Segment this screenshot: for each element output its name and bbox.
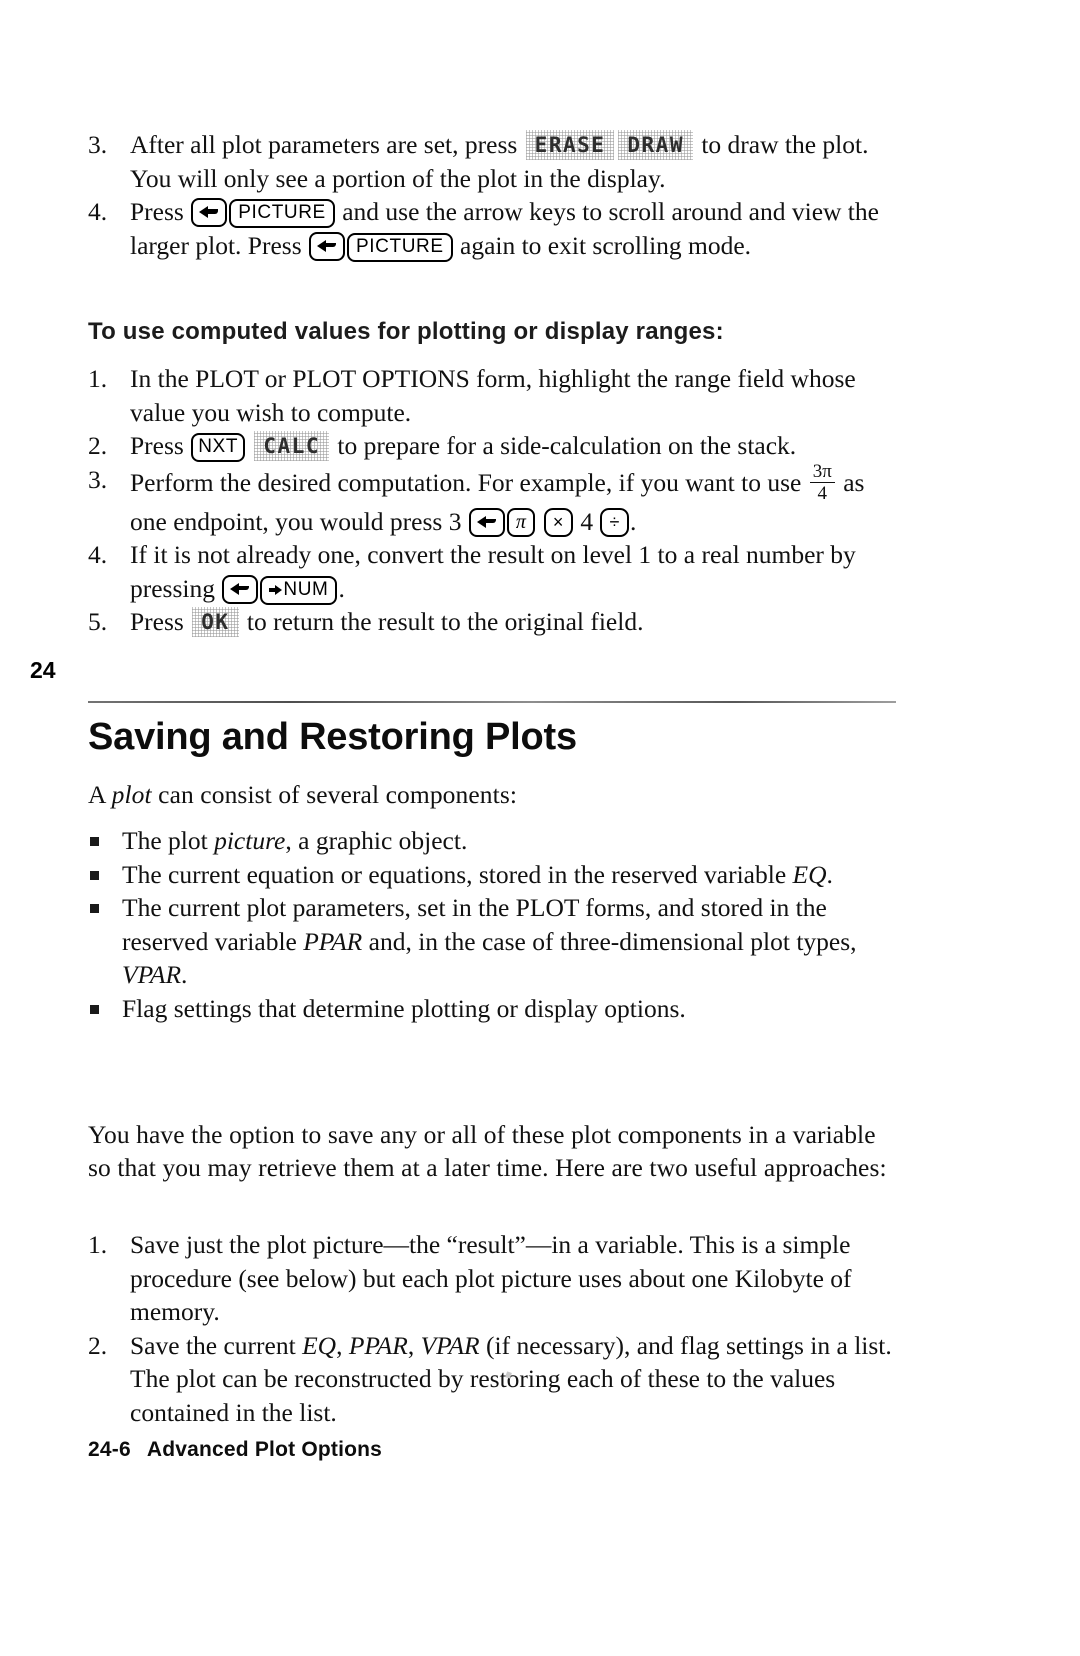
manual-page: 3. After all plot parameters are set, pre… xyxy=(0,0,1080,1656)
step-number: 3. xyxy=(88,130,108,159)
divide-key[interactable]: ÷ xyxy=(600,507,629,537)
list-item: Flag settings that determine plotting or… xyxy=(88,992,894,1026)
fraction-numerator: 3π xyxy=(812,460,832,482)
bullet-text-mid: and, in the case of three-dimensional pl… xyxy=(362,926,857,956)
step-item: 3. After all plot parameters are set, pre… xyxy=(88,128,894,195)
step-item: 5. Press OK to return the result to the o… xyxy=(88,605,894,639)
step-number: 2. xyxy=(88,1330,108,1360)
footer-page-number: 24-6 xyxy=(88,1438,131,1461)
multiply-key[interactable]: × xyxy=(543,507,573,537)
bullet-italic: PPAR xyxy=(303,926,363,956)
step-text-part3: . xyxy=(629,506,637,536)
var-ppar: PPAR xyxy=(348,1330,408,1360)
square-bullet-icon xyxy=(90,904,99,913)
bullet-italic-2: VPAR xyxy=(122,960,182,989)
digit-four: 4 xyxy=(580,506,594,536)
step-number: 5. xyxy=(88,607,108,637)
step-text-part2: . xyxy=(338,573,345,603)
components-bullet-block: The plot picture, a graphic object. The … xyxy=(88,824,894,1025)
left-shift-key-icon[interactable] xyxy=(468,507,505,537)
heading-divider xyxy=(88,701,896,703)
bullet-text-pre: The plot xyxy=(122,826,215,855)
list-item: The current plot parameters, set in the … xyxy=(88,891,894,992)
sep-2: , xyxy=(407,1330,421,1360)
square-bullet-icon xyxy=(90,1004,99,1014)
fraction-three-pi-over-four: 3π 4 xyxy=(809,460,835,505)
bullet-text-pre: The current equation or equations, store… xyxy=(122,859,793,889)
softkey-ok[interactable]: OK xyxy=(192,607,238,637)
subsection-steps-block: 1. In the PLOT or PLOT OPTIONS form, high… xyxy=(88,362,894,639)
right-arrow-icon xyxy=(269,585,283,596)
left-arrow-icon xyxy=(476,515,497,530)
approaches-block: 1. Save just the plot picture—the “result… xyxy=(88,1228,894,1429)
intro-paragraph: A plot can consist of several components… xyxy=(88,780,518,809)
step-number: 1. xyxy=(88,1230,108,1259)
square-bullet-icon xyxy=(90,870,99,880)
components-bullet-list: The plot picture, a graphic object. The … xyxy=(88,824,894,1025)
step-item: 4. If it is not already one, convert the … xyxy=(88,538,894,605)
top-steps-block: 3. After all plot parameters are set, pre… xyxy=(88,128,894,262)
sep-1: , xyxy=(336,1330,349,1360)
nxt-key[interactable]: NXT xyxy=(191,433,246,462)
bullet-italic: EQ xyxy=(792,859,827,889)
list-item: The plot picture, a graphic object. xyxy=(88,824,894,858)
option-paragraph: You have the option to save any or all o… xyxy=(88,1120,887,1182)
step-item: 3. Perform the desired computation. For e… xyxy=(88,460,894,539)
softkey-draw[interactable]: DRAW xyxy=(618,130,693,160)
bullet-italic: picture xyxy=(214,826,286,855)
step-text-pre: Save the current xyxy=(130,1330,303,1360)
page-title: Saving and Restoring Plots xyxy=(88,716,577,758)
step-item: 4. Press PICTURE and use the arrow keys t… xyxy=(88,195,894,262)
bullet-text-post: . xyxy=(181,960,188,989)
step-text-part1: Perform the desired computation. For exa… xyxy=(130,467,802,497)
list-item: The current equation or equations, store… xyxy=(88,858,894,892)
var-eq: EQ xyxy=(302,1330,337,1360)
pi-key[interactable]: π xyxy=(506,507,536,537)
step-item: 1. In the PLOT or PLOT OPTIONS form, high… xyxy=(88,362,894,429)
to-num-key-label: NUM xyxy=(283,578,329,600)
step-text: Save just the plot picture—the “result”—… xyxy=(130,1230,852,1326)
footer-section-title: Advanced Plot Options xyxy=(146,1438,383,1461)
step-text: In the PLOT or PLOT OPTIONS form, highli… xyxy=(130,364,856,427)
step-number: 4. xyxy=(88,197,108,226)
square-bullet-icon xyxy=(90,837,99,846)
step-number: 1. xyxy=(88,364,108,393)
step-text-part1: After all plot parameters are set, press xyxy=(130,130,518,159)
left-shift-key-icon[interactable] xyxy=(309,231,346,261)
step-text-part3: again to exit scrolling mode. xyxy=(460,230,752,260)
left-shift-key-icon[interactable] xyxy=(191,198,228,227)
left-arrow-icon xyxy=(199,205,219,220)
step-item: 2. Save the current EQ, PPAR, VPAR (if ne… xyxy=(88,1329,894,1430)
picture-key[interactable]: PICTURE xyxy=(347,232,453,262)
picture-key[interactable]: PICTURE xyxy=(229,199,335,228)
var-vpar: VPAR xyxy=(420,1330,480,1360)
bullet-text-post: , a graphic object. xyxy=(285,826,468,855)
step-text-part2: to return the result to the original fie… xyxy=(246,607,644,637)
approaches-list: 1. Save just the plot picture—the “result… xyxy=(88,1228,894,1429)
to-num-key[interactable]: NUM xyxy=(260,575,338,605)
step-text-part1: Press xyxy=(130,431,184,460)
step-number: 3. xyxy=(88,464,108,494)
bullet-text-post: . xyxy=(826,859,833,889)
step-number: 4. xyxy=(88,540,108,570)
top-steps-list: 3. After all plot parameters are set, pre… xyxy=(88,128,894,262)
step-number: 2. xyxy=(88,431,108,460)
chapter-tab-number: 24 xyxy=(30,657,56,683)
intro-italic-plot: plot xyxy=(111,780,152,809)
fraction-denominator: 4 xyxy=(817,483,828,505)
left-arrow-icon xyxy=(317,239,337,254)
softkey-calc[interactable]: CALC xyxy=(254,431,329,461)
softkey-erase[interactable]: ERASE xyxy=(526,130,615,160)
step-text-part2: to prepare for a side-calculation on the… xyxy=(337,431,797,460)
step-text-part1: Press xyxy=(130,197,184,226)
step-text-part1: Press xyxy=(130,607,184,637)
step-item: 2. Press NXT CALC to prepare for a side-c… xyxy=(88,429,894,463)
page-footer: 24-6 Advanced Plot Options xyxy=(88,1438,382,1462)
left-arrow-icon xyxy=(230,582,250,597)
left-shift-key-icon[interactable] xyxy=(222,574,259,604)
step-item: 1. Save just the plot picture—the “result… xyxy=(88,1228,894,1329)
subsection-steps-list: 1. In the PLOT or PLOT OPTIONS form, high… xyxy=(88,362,894,639)
bullet-text-pre: Flag settings that determine plotting or… xyxy=(122,993,686,1023)
subsection-heading: To use computed values for plotting or d… xyxy=(88,318,724,345)
